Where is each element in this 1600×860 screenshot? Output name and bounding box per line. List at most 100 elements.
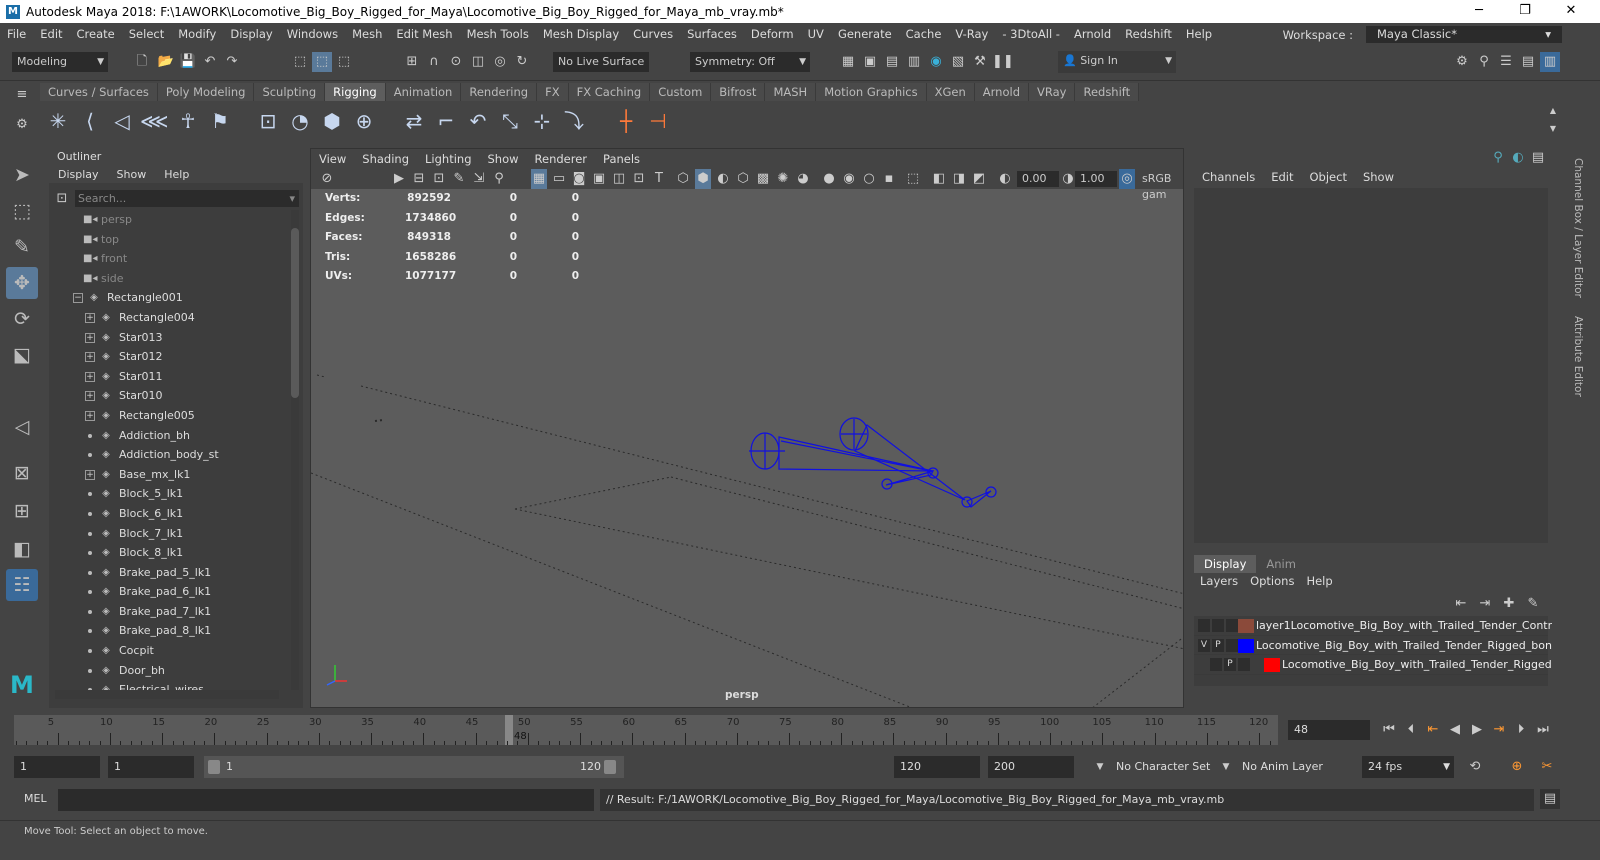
shelf-tab-xgen[interactable]: XGen [926,83,975,101]
sign-in-button[interactable]: 👤 Sign In ▼ [1058,51,1176,73]
scale-constraint-icon[interactable]: ⤡ [496,107,524,135]
outliner-item[interactable]: ◈ Block_8_lk1 [49,543,289,563]
step-forward-key-icon[interactable]: ⇥ [1490,720,1508,740]
shelf-tab-fx-caching[interactable]: FX Caching [568,83,651,101]
outliner-hscrollbar[interactable] [55,690,279,699]
playback-start-field[interactable]: 1 [108,756,194,778]
shelf-scroll-down-icon[interactable]: ▼ [1548,119,1558,139]
menu-v-ray[interactable]: V-Ray [948,27,995,41]
play-backwards-icon[interactable]: ◀ [1446,720,1464,740]
script-language-label[interactable]: MEL [24,792,47,805]
menu-redshift[interactable]: Redshift [1118,27,1179,41]
grid-toggle-icon[interactable]: ⚲ [491,169,507,189]
2d-pan-zoom-icon[interactable]: ⇲ [471,169,487,189]
select-object-icon[interactable]: ⬚ [312,52,332,72]
skeleton-icon[interactable]: ☥ [174,107,202,135]
shelf-menu-icon[interactable]: ≡ [14,85,30,105]
outliner-item[interactable]: ■◂ top [49,230,289,250]
attribute-toggle-icon[interactable]: ▤ [1530,148,1546,168]
wireframe-on-shaded-icon[interactable]: ⬡ [735,169,751,189]
menu-file[interactable]: File [0,27,33,41]
scene-end-field[interactable]: 200 [988,756,1074,778]
outliner-item[interactable]: − ◈ Rectangle001 [49,288,289,308]
aim-constraint-icon[interactable]: ⊹ [528,107,556,135]
menu-mesh-display[interactable]: Mesh Display [536,27,626,41]
lasso-tool-icon[interactable]: ⬚ [6,195,38,227]
outliner-scrollbar[interactable] [291,210,299,690]
menu-curves[interactable]: Curves [626,27,680,41]
shelf-tab-sculpting[interactable]: Sculpting [254,83,326,101]
anim-prefs-icon[interactable]: ✂ [1538,757,1556,777]
step-forward-frame-icon[interactable]: ⏵ [1512,720,1530,740]
outliner-item[interactable]: + ◈ Star012 [49,347,289,367]
snap-surface-icon[interactable]: ◎ [490,52,510,72]
new-scene-icon[interactable]: 🗋 [132,52,152,72]
menu-edit[interactable]: Edit [33,27,69,41]
new-layer-selected-icon[interactable]: ✎ [1524,594,1542,614]
point-constraint-icon[interactable]: ⌐ [432,107,460,135]
render-settings-icon[interactable]: ▦ [838,52,858,72]
film-gate-icon[interactable]: ▭ [551,169,567,189]
motion-blur-icon[interactable]: ◉ [841,169,857,189]
gate-mask-icon[interactable]: ▣ [591,169,607,189]
lattice-icon[interactable]: ⬢ [318,107,346,135]
smooth-shade-icon[interactable]: ⬢ [695,169,711,189]
menu-3dtoall[interactable]: - 3DtoAll - [995,27,1067,41]
four-pane-icon[interactable]: ⊞ [6,495,38,527]
menu-mesh[interactable]: Mesh [345,27,389,41]
set-key-icon[interactable]: ┼ [612,107,640,135]
outliner-item[interactable]: ◈ Addiction_bh [49,426,289,446]
expand-toggle-icon[interactable]: + [85,469,95,480]
shelf-tab-arnold[interactable]: Arnold [974,83,1029,101]
tab-display[interactable]: Display [1194,555,1257,573]
viewport-menu-view[interactable]: View [311,152,354,166]
expand-toggle-icon[interactable]: + [85,312,95,323]
menu-surfaces[interactable]: Surfaces [680,27,744,41]
select-camera-icon[interactable]: ⊘ [319,169,335,189]
menu-cache[interactable]: Cache [899,27,949,41]
use-all-lights-icon[interactable]: ✺ [775,169,791,189]
field-chart-icon[interactable]: ◫ [611,169,627,189]
layer-row[interactable]: V P Locomotive_Big_Boy_with_Trailed_Tender… [1194,636,1564,656]
anti-aliasing-icon[interactable]: ○ [861,169,877,189]
image-plane-icon[interactable]: ⊡ [431,169,447,189]
two-pane-icon[interactable]: ◧ [6,533,38,565]
layer-menu-options[interactable]: Options [1244,574,1300,588]
outliner-menu-show[interactable]: Show [108,168,156,181]
exposure-field[interactable]: 0.00 [1017,171,1059,187]
character-set-dropdown[interactable]: No Character Set [1110,756,1220,778]
tab-attribute-editor[interactable]: Attribute Editor [1566,316,1584,397]
safe-action-icon[interactable]: ⊡ [631,169,647,189]
pole-vector-icon[interactable]: ⤵ [560,107,588,135]
isolate-select-icon[interactable]: ⬚ [905,169,921,189]
expand-toggle-icon[interactable]: + [85,391,95,402]
loop-icon[interactable]: ⟲ [1466,757,1484,777]
viewport-menu-shading[interactable]: Shading [354,152,417,166]
reference-toggle[interactable] [1226,638,1238,652]
playback-toggle[interactable]: P [1212,638,1224,652]
current-frame-field[interactable]: 48 [1288,720,1370,740]
channel-menu-show[interactable]: Show [1355,170,1402,184]
anim-layer-dropdown[interactable]: No Anim Layer [1236,756,1346,778]
joint-tool-icon[interactable]: ✳ [44,107,72,135]
outliner-item[interactable]: ■◂ side [49,269,289,289]
outliner-item[interactable]: ◈ Brake_pad_8_lk1 [49,621,289,641]
pause-icon[interactable]: ❚❚ [992,52,1014,72]
outliner-item[interactable]: ◈ Brake_pad_7_lk1 [49,602,289,622]
outliner-item[interactable]: ■◂ persp [49,210,289,230]
step-back-frame-icon[interactable]: ⏴ [1402,720,1420,740]
outliner-item[interactable]: ◈ Addiction_body_st [49,445,289,465]
snap-point-icon[interactable]: ⊙ [446,52,466,72]
command-input[interactable] [58,789,594,811]
layer-menu-layers[interactable]: Layers [1194,574,1244,588]
layer-row[interactable]: layer1Locomotive_Big_Boy_with_Trailed_Te… [1194,616,1582,636]
vray-render-icon[interactable]: ⚒ [970,52,990,72]
render-view-icon[interactable]: ▣ [860,52,880,72]
visibility-toggle[interactable] [1210,658,1222,672]
viewport-menu-renderer[interactable]: Renderer [527,152,596,166]
outliner-layout-icon[interactable]: ☷ [6,569,38,601]
grid-icon[interactable]: ▦ [531,169,547,189]
view-transform-field[interactable]: sRGB gam [1137,171,1183,201]
shelf-tab-curves-surfaces[interactable]: Curves / Surfaces [40,83,158,101]
shelf-tab-redshift[interactable]: Redshift [1075,83,1140,101]
